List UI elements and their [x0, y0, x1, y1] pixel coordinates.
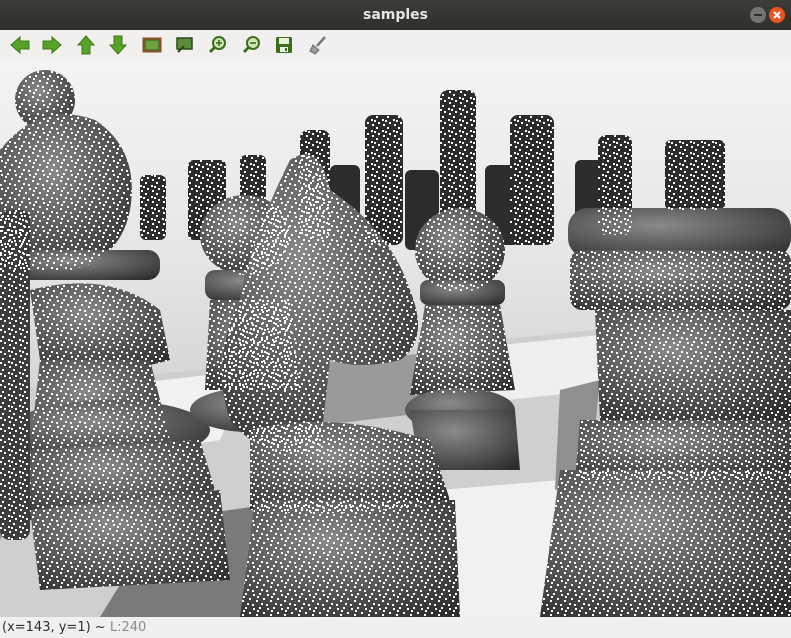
minimize-icon [754, 14, 762, 16]
zoom-reset-button[interactable] [139, 33, 165, 57]
previous-button[interactable] [7, 33, 33, 57]
status-bar: (x=143, y=1) ~ L:240 [0, 617, 791, 638]
zoom-fit-button[interactable] [172, 33, 198, 57]
zoom-in-button[interactable] [205, 33, 231, 57]
toolbar [0, 30, 791, 60]
arrow-right-icon [42, 35, 62, 55]
properties-icon [309, 36, 326, 55]
properties-button[interactable] [305, 33, 331, 57]
zoom-out-icon [242, 36, 260, 54]
arrow-down-icon [108, 35, 128, 55]
save-icon [276, 37, 292, 53]
close-icon [773, 11, 781, 19]
arrow-up-icon [76, 35, 96, 55]
window-title: samples [362, 7, 429, 23]
close-button[interactable] [769, 7, 785, 23]
up-button[interactable] [73, 33, 99, 57]
next-button[interactable] [39, 33, 65, 57]
chess-pieces-image [0, 60, 791, 617]
arrow-left-icon [10, 35, 30, 55]
cursor-coordinates: (x=143, y=1) ~ [2, 620, 110, 635]
zoom-in-icon [208, 36, 226, 54]
image-canvas[interactable] [0, 60, 791, 617]
pixel-value: L:240 [109, 620, 147, 635]
title-bar: samples [0, 0, 791, 30]
down-button[interactable] [105, 33, 131, 57]
zoom-reset-icon [142, 37, 162, 53]
save-button[interactable] [271, 33, 297, 57]
minimize-button[interactable] [750, 7, 766, 23]
zoom-out-button[interactable] [239, 33, 265, 57]
zoom-fit-icon [176, 37, 193, 53]
